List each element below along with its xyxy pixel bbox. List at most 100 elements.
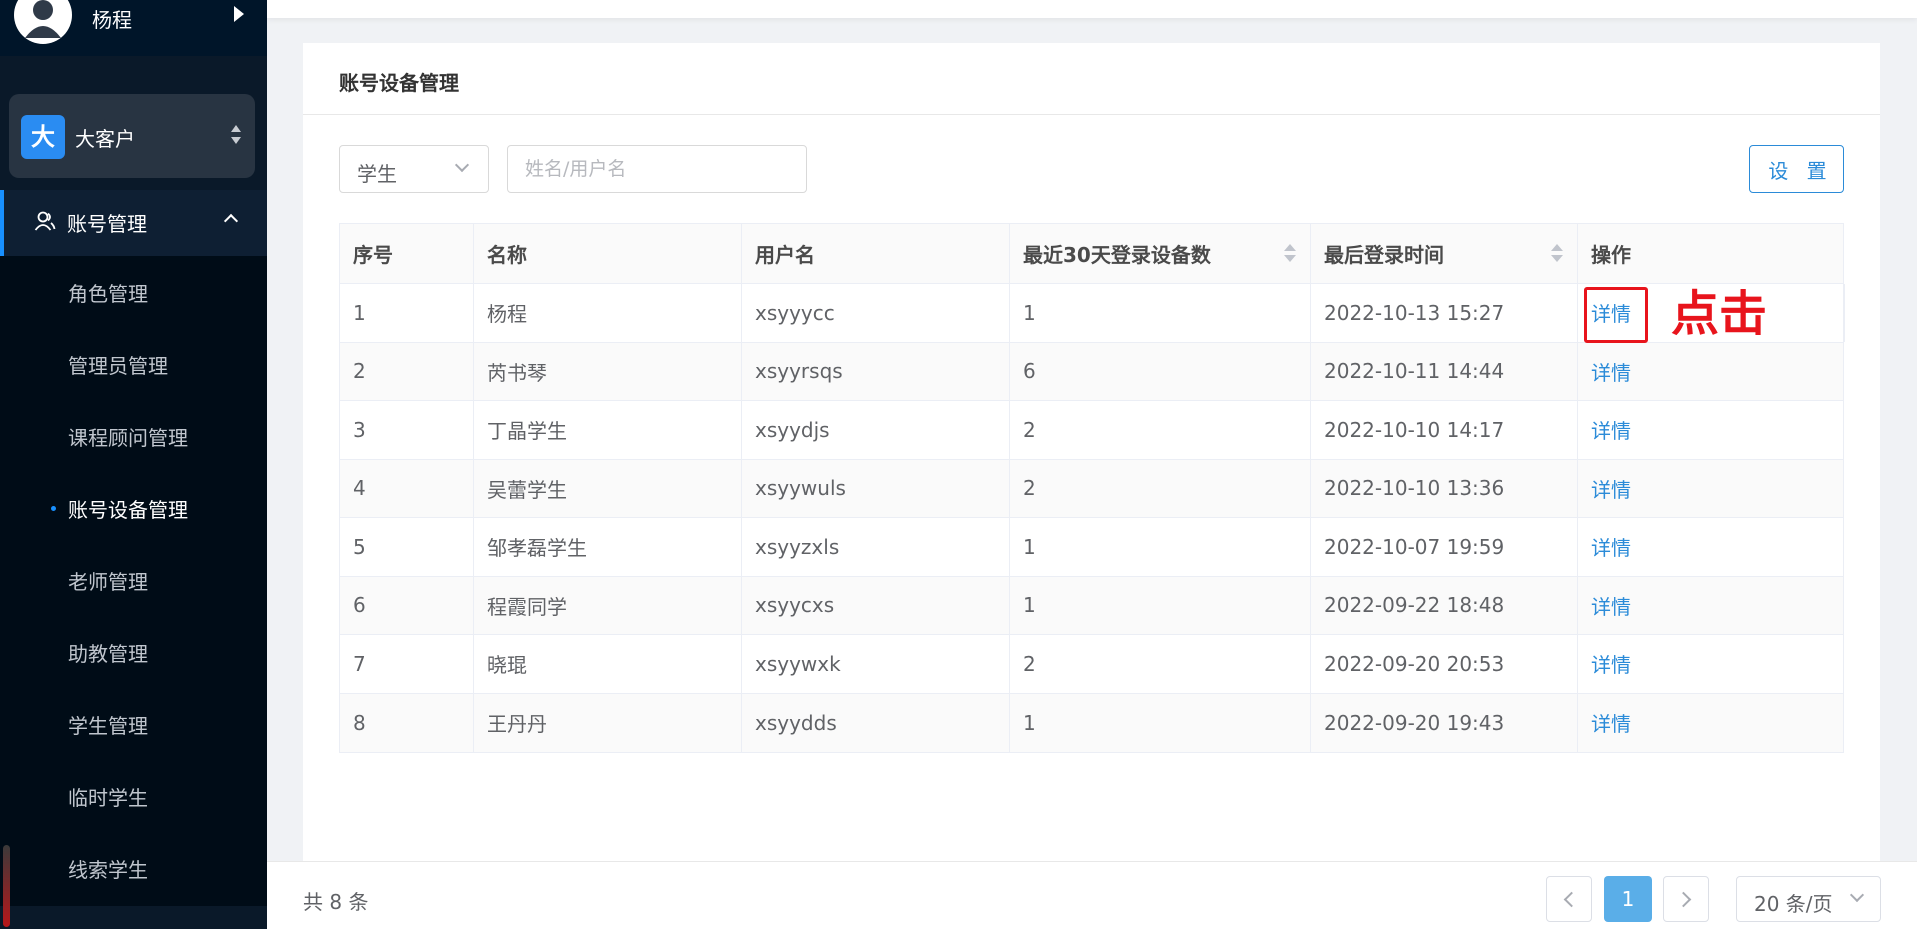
annotation-label: 点击: [1671, 286, 1768, 342]
cell-devices: 2: [1010, 635, 1311, 693]
sidebar-item-teacher-management[interactable]: 老师管理: [0, 544, 267, 616]
cell-name: 邹孝磊学生: [474, 518, 742, 576]
chevron-down-icon: [1849, 887, 1865, 903]
menu-parent-label: 账号管理: [67, 212, 147, 236]
cell-action: 详情: [1578, 635, 1845, 693]
sidebar-item-lead-students[interactable]: 线索学生: [0, 832, 267, 904]
cell-index: 7: [340, 635, 474, 693]
sidebar-item-student-management[interactable]: 学生管理: [0, 688, 267, 760]
cell-username: xsyywxk: [742, 635, 1010, 693]
tenant-name: 大客户: [75, 127, 135, 151]
chevron-down-icon: [454, 157, 470, 173]
detail-link[interactable]: 详情: [1591, 591, 1631, 620]
tenant-switcher[interactable]: 大 大客户: [9, 94, 255, 178]
column-header-sortable[interactable]: 最近30天登录设备数: [1010, 224, 1311, 283]
detail-link[interactable]: 详情: [1591, 708, 1631, 737]
cell-name: 芮书琴: [474, 342, 742, 400]
table-row: 2 芮书琴 xsyyrsqs 6 2022-10-11 14:44 详情: [340, 342, 1843, 401]
sidebar-scrollbar[interactable]: [3, 845, 10, 927]
cell-last-login: 2022-10-07 19:59: [1311, 518, 1578, 576]
device-table: 序号 名称 用户名 最近30天登录设备数 最后登录时间 操作 1 杨程 xsyy…: [339, 223, 1845, 753]
cell-username: xsyyrsqs: [742, 342, 1010, 400]
caret-right-icon[interactable]: [234, 6, 244, 22]
settings-button[interactable]: 设 置: [1749, 145, 1844, 193]
detail-link[interactable]: 详情: [1591, 415, 1631, 444]
cell-devices: 1: [1010, 284, 1311, 342]
cell-username: xsyyycc: [742, 284, 1010, 342]
content-card: 账号设备管理 学生 设 置 序号 名称 用户名 最近30天登录设备数 最后登录时…: [303, 43, 1880, 863]
detail-link[interactable]: 详情: [1591, 649, 1631, 678]
sidebar-item-role-management[interactable]: 角色管理: [0, 256, 267, 328]
user-name: 杨程: [92, 8, 132, 32]
cell-name: 王丹丹: [474, 693, 742, 752]
tenant-badge: 大: [21, 115, 65, 159]
user-row[interactable]: 杨程: [0, 0, 267, 56]
sidebar-item-label: 角色管理: [68, 282, 148, 306]
cell-username: xsyycxs: [742, 576, 1010, 634]
sidebar-item-label: 账号设备管理: [68, 498, 188, 522]
highlight-box: [1584, 287, 1648, 343]
chevron-up-icon: [223, 213, 239, 229]
cell-name: 丁晶学生: [474, 401, 742, 459]
sidebar-item-label: 课程顾问管理: [68, 426, 188, 450]
cell-devices: 2: [1010, 401, 1311, 459]
sidebar-item-label: 学生管理: [68, 714, 148, 738]
column-header: 操作: [1591, 243, 1631, 267]
search-input[interactable]: [507, 145, 807, 193]
cell-index: 2: [340, 342, 474, 400]
cell-username: xsyyzxls: [742, 518, 1010, 576]
sidebar-item-account-device-management[interactable]: 账号设备管理: [0, 472, 267, 544]
table-row: 1 杨程 xsyyycc 1 2022-10-13 15:27 详情 点击: [340, 284, 1845, 343]
select-value: 学生: [357, 162, 397, 186]
table-row: 7 晓琨 xsyywxk 2 2022-09-20 20:53 详情: [340, 635, 1843, 694]
cell-devices: 6: [1010, 342, 1311, 400]
sidebar-item-label: 临时学生: [68, 786, 148, 810]
cell-action: 详情: [1578, 694, 1845, 753]
sort-arrows-icon[interactable]: [229, 123, 243, 149]
cell-last-login: 2022-10-13 15:27: [1311, 284, 1578, 342]
cell-devices: 1: [1010, 576, 1311, 634]
table-row: 3 丁晶学生 xsyydjs 2 2022-10-10 14:17 详情: [340, 401, 1843, 460]
sidebar-item-label: 老师管理: [68, 570, 148, 594]
detail-link[interactable]: 详情: [1591, 532, 1631, 561]
prev-page-button[interactable]: [1546, 876, 1592, 922]
table-row: 5 邹孝磊学生 xsyyzxls 1 2022-10-07 19:59 详情: [340, 518, 1843, 577]
sidebar-item-consultant-management[interactable]: 课程顾问管理: [0, 400, 267, 472]
total-count: 共 8 条: [303, 890, 369, 914]
pagination-bar: 共 8 条 1 20 条/页: [267, 861, 1917, 929]
cell-devices: 1: [1010, 693, 1311, 752]
sidebar: 杨程 大 大客户 账号管理 角色管理 管理员管理 课程顾问管理 账号设备管理 老…: [0, 0, 267, 929]
page-number-current[interactable]: 1: [1604, 876, 1652, 922]
detail-link[interactable]: 详情: [1591, 357, 1631, 386]
sidebar-item-assistant-management[interactable]: 助教管理: [0, 616, 267, 688]
sort-icon[interactable]: [1551, 244, 1563, 264]
column-header: 名称: [474, 224, 742, 283]
column-header-sortable[interactable]: 最后登录时间: [1311, 224, 1578, 283]
cell-action: 详情: [1578, 577, 1845, 635]
column-header: 用户名: [742, 224, 1010, 283]
cell-index: 5: [340, 518, 474, 576]
sidebar-item-label: 管理员管理: [68, 354, 168, 378]
cell-index: 1: [340, 284, 474, 342]
table-row: 4 吴蕾学生 xsyywuls 2 2022-10-10 13:36 详情: [340, 459, 1843, 518]
menu-account-management[interactable]: 账号管理: [0, 190, 267, 256]
sidebar-item-temporary-students[interactable]: 临时学生: [0, 760, 267, 832]
cell-last-login: 2022-10-11 14:44: [1311, 342, 1578, 400]
column-header-label: 最近30天登录设备数: [1023, 243, 1211, 267]
next-page-button[interactable]: [1663, 876, 1709, 922]
sidebar-item-label: 助教管理: [68, 642, 148, 666]
active-dot-icon: [51, 506, 56, 511]
user-avatar-icon: [25, 0, 61, 38]
cell-username: xsyywuls: [742, 459, 1010, 517]
page-size-select[interactable]: 20 条/页: [1736, 876, 1881, 922]
sidebar-item-admin-management[interactable]: 管理员管理: [0, 328, 267, 400]
page-size-value: 20 条/页: [1754, 892, 1833, 916]
cell-index: 8: [340, 693, 474, 752]
cell-devices: 1: [1010, 518, 1311, 576]
role-filter-select[interactable]: 学生: [339, 145, 489, 193]
cell-last-login: 2022-09-20 19:43: [1311, 693, 1578, 752]
sort-icon[interactable]: [1284, 244, 1296, 264]
cell-index: 4: [340, 459, 474, 517]
cell-index: 6: [340, 576, 474, 634]
detail-link[interactable]: 详情: [1591, 474, 1631, 503]
